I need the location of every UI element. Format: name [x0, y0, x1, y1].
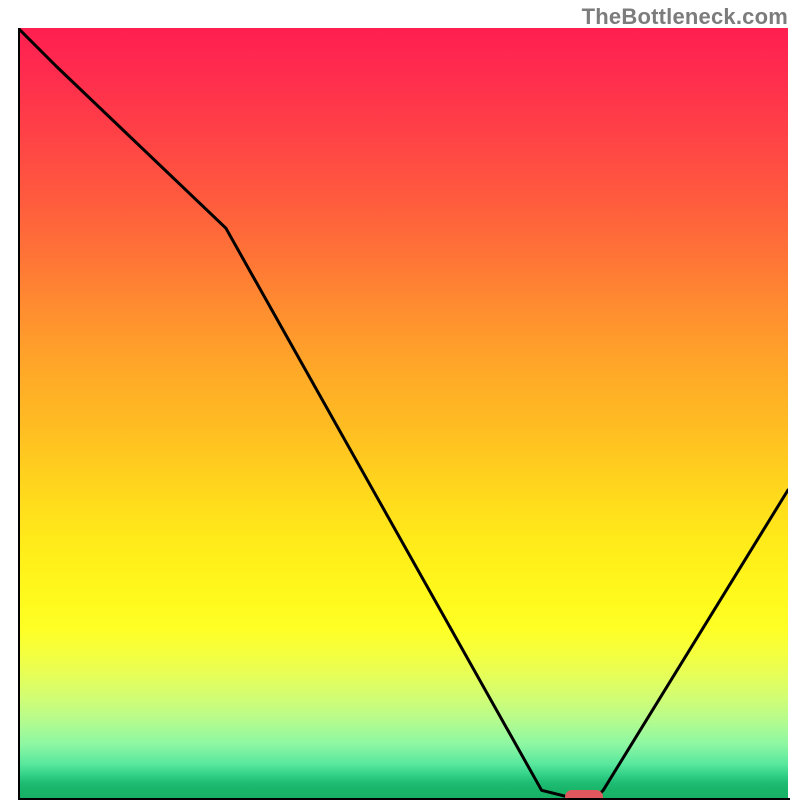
trough-marker — [565, 790, 604, 798]
plot-area — [18, 28, 788, 798]
chart-container: TheBottleneck.com — [0, 0, 800, 800]
y-axis — [18, 28, 20, 800]
watermark-label: TheBottleneck.com — [582, 4, 788, 30]
curve-svg — [18, 28, 788, 798]
bottleneck-curve-path — [18, 28, 788, 798]
